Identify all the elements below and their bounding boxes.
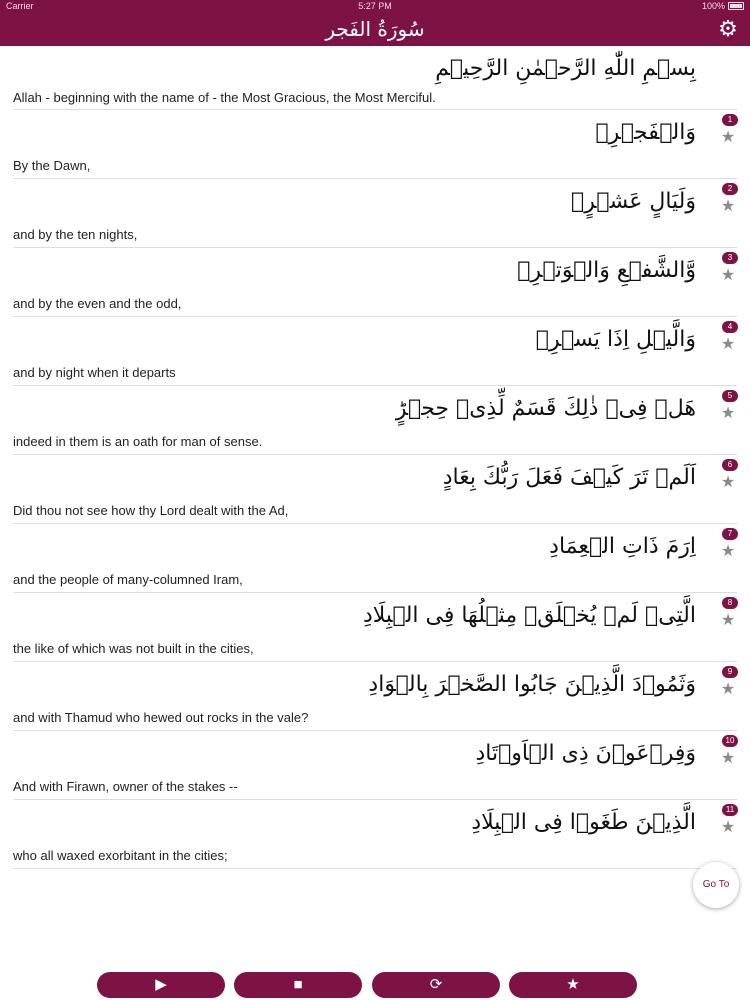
verse-arabic: هَلۡ فِىۡ ذٰلِكَ قَسَمٌ لِّذِىۡ حِجۡرٍؕ: [395, 396, 696, 421]
verse-arabic: وَفِرۡعَوۡنَ ذِى الۡاَوۡتَادِ: [475, 741, 696, 766]
verse-row[interactable]: وَّالشَّفۡعِ وَالۡوَتۡرِۙ 3 ★ and by the…: [0, 248, 750, 317]
play-icon: ▶: [155, 976, 167, 993]
bismillah-arabic: بِسۡمِ اللّٰهِ الرَّحۡمٰنِ الرَّحِيۡمِ: [435, 56, 696, 81]
verse-translation: And with Firawn, owner of the stakes --: [13, 779, 238, 794]
verse-row[interactable]: وَفِرۡعَوۡنَ ذِى الۡاَوۡتَادِ 10 ★ And w…: [0, 731, 750, 800]
status-bar: Carrier 5:27 PM 100%: [0, 0, 750, 12]
verse-row[interactable]: الَّتِىۡ لَمۡ يُخۡلَقۡ مِثۡلُهَا فِى الۡ…: [0, 593, 750, 662]
stop-icon: ■: [293, 976, 303, 993]
nav-bar: سُورَةُ الفَجر ⚙: [0, 12, 750, 46]
verse-arabic: الَّتِىۡ لَمۡ يُخۡلَقۡ مِثۡلُهَا فِى الۡ…: [362, 603, 696, 628]
verse-translation: and by the ten nights,: [13, 227, 138, 242]
verse-row[interactable]: اِرَمَ ذَاتِ الۡعِمَادِ 7 ★ and the peop…: [0, 524, 750, 593]
repeat-icon: ⟳: [429, 976, 443, 993]
go-to-button[interactable]: Go To: [693, 862, 739, 908]
star-icon: ★: [566, 976, 580, 993]
verse-number-badge: 4: [722, 321, 738, 333]
star-icon[interactable]: ★: [720, 820, 736, 836]
divider: [13, 868, 737, 869]
battery-indicator: 100%: [702, 0, 744, 12]
verse-arabic: اِرَمَ ذَاتِ الۡعِمَادِ: [549, 534, 696, 559]
star-icon[interactable]: ★: [720, 751, 736, 767]
star-icon[interactable]: ★: [720, 544, 736, 560]
verse-translation: and the people of many-columned Iram,: [13, 572, 243, 587]
verse-arabic: وَثَمُوۡدَ الَّذِيۡنَ جَابُوا الصَّخۡرَ …: [368, 672, 696, 697]
star-icon[interactable]: ★: [720, 475, 736, 491]
star-icon[interactable]: ★: [720, 199, 736, 215]
verse-translation: and by night when it departs: [13, 365, 176, 380]
battery-icon: [728, 1, 744, 10]
verse-arabic: اَلَمۡ تَرَ كَيۡفَ فَعَلَ رَبُّكَ بِعَاد…: [442, 465, 696, 490]
star-icon[interactable]: ★: [720, 406, 736, 422]
verse-translation: who all waxed exorbitant in the cities;: [13, 848, 228, 863]
verse-number-badge: 7: [722, 528, 738, 540]
star-icon[interactable]: ★: [720, 130, 736, 146]
verse-translation: indeed in them is an oath for man of sen…: [13, 434, 263, 449]
verse-arabic: وَّالشَّفۡعِ وَالۡوَتۡرِۙ: [517, 258, 696, 283]
verse-number-badge: 10: [722, 735, 738, 747]
favorites-button[interactable]: ★: [509, 972, 637, 998]
verse-number-badge: 11: [722, 804, 738, 816]
verse-row[interactable]: وَالَّيۡلِ اِذَا يَسۡرِۚ 4 ★ and by nigh…: [0, 317, 750, 386]
verse-arabic: الَّذِيۡنَ طَغَوۡا فِى الۡبِلَادِ: [471, 810, 696, 835]
verse-row[interactable]: وَثَمُوۡدَ الَّذِيۡنَ جَابُوا الصَّخۡرَ …: [0, 662, 750, 731]
star-icon[interactable]: ★: [720, 337, 736, 353]
verse-arabic: وَالۡفَجۡرِۙ: [595, 120, 696, 145]
star-icon[interactable]: ★: [720, 682, 736, 698]
verse-row[interactable]: الَّذِيۡنَ طَغَوۡا فِى الۡبِلَادِ 11 ★ w…: [0, 800, 750, 869]
verse-number-badge: 1: [722, 114, 738, 126]
verse-row[interactable]: هَلۡ فِىۡ ذٰلِكَ قَسَمٌ لِّذِىۡ حِجۡرٍؕ …: [0, 386, 750, 455]
verse-number-badge: 9: [722, 666, 738, 678]
verse-translation: and with Thamud who hewed out rocks in t…: [13, 710, 309, 725]
verse-row[interactable]: وَلَيَالٍ عَشۡرٍۙ 2 ★ and by the ten nig…: [0, 179, 750, 248]
verse-arabic: وَلَيَالٍ عَشۡرٍۙ: [571, 189, 696, 214]
verse-translation: and by the even and the odd,: [13, 296, 182, 311]
bismillah-row: بِسۡمِ اللّٰهِ الرَّحۡمٰنِ الرَّحِيۡمِ A…: [0, 48, 750, 110]
surah-title: سُورَةُ الفَجر: [325, 17, 425, 41]
verse-number-badge: 3: [722, 252, 738, 264]
verse-number-badge: 5: [722, 390, 738, 402]
star-icon[interactable]: ★: [720, 613, 736, 629]
verse-number-badge: 6: [722, 459, 738, 471]
verse-number-badge: 2: [722, 183, 738, 195]
verse-translation: By the Dawn,: [13, 158, 91, 173]
repeat-button[interactable]: ⟳: [372, 972, 500, 998]
gear-icon[interactable]: ⚙: [716, 17, 740, 41]
verse-row[interactable]: اَلَمۡ تَرَ كَيۡفَ فَعَلَ رَبُّكَ بِعَاد…: [0, 455, 750, 524]
clock: 5:27 PM: [358, 1, 392, 11]
verse-row[interactable]: وَالۡفَجۡرِۙ 1 ★ By the Dawn,: [0, 110, 750, 179]
play-button[interactable]: ▶: [97, 972, 225, 998]
stop-button[interactable]: ■: [234, 972, 362, 998]
battery-percent: 100%: [701, 1, 725, 11]
star-icon[interactable]: ★: [720, 268, 736, 284]
verse-number-badge: 8: [722, 597, 738, 609]
verse-arabic: وَالَّيۡلِ اِذَا يَسۡرِۚ: [535, 327, 696, 352]
verse-translation: the like of which was not built in the c…: [13, 641, 254, 656]
bismillah-translation: Allah - beginning with the name of - the…: [13, 90, 436, 105]
verse-translation: Did thou not see how thy Lord dealt with…: [13, 503, 289, 518]
